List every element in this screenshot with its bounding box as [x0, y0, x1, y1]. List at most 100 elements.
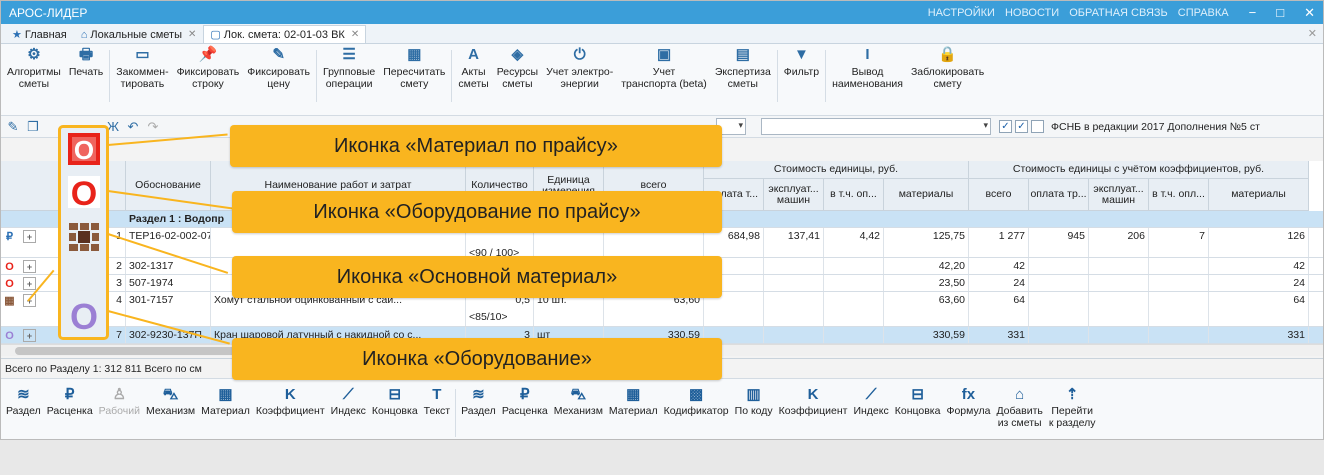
header-incl2[interactable]: в т.ч. опл...: [1149, 179, 1209, 211]
bottom_left-btn-1[interactable]: ₽ Расценка: [44, 385, 96, 417]
list-icon: ☰: [342, 46, 356, 63]
ribbon-button-13[interactable]: I Вывод наименования: [828, 46, 907, 90]
header-mat2[interactable]: материалы: [1209, 179, 1309, 211]
a-icon: A: [468, 46, 479, 63]
close-all-icon[interactable]: ✕: [1308, 27, 1317, 40]
bottom_right-btn-0[interactable]: ≋ Раздел: [458, 385, 499, 417]
tab-home[interactable]: ★ Главная: [5, 25, 74, 43]
cell-i2: [1149, 258, 1209, 274]
bottom_left-btn-7[interactable]: ⊟ Концовка: [369, 385, 421, 417]
cell-i2: 7: [1149, 228, 1209, 257]
bottom_left-btn-4[interactable]: ▦ Материал: [198, 385, 253, 417]
bottom_left-btn-3[interactable]: ⛍ Механизм: [143, 385, 198, 417]
menu-help[interactable]: СПРАВКА: [1178, 7, 1229, 19]
bottom-separator: [455, 389, 457, 437]
header-machine[interactable]: эксплуат... машин: [764, 179, 824, 211]
bottom_right-btn-8[interactable]: ⊟ Концовка: [892, 385, 944, 417]
cell-incl: [824, 275, 884, 291]
cell-p2: [1029, 327, 1089, 343]
ribbon-button-4[interactable]: ✎ Фиксировать цену: [243, 46, 314, 90]
checkbox-3[interactable]: [1031, 120, 1044, 133]
bottom_left-btn-5[interactable]: K Коэффициент: [253, 385, 328, 417]
cell-m2: [1089, 327, 1149, 343]
cell-machine: [764, 292, 824, 326]
header-total2[interactable]: всего: [969, 179, 1029, 211]
bottom_right-btn-2[interactable]: ⛍ Механизм: [551, 385, 606, 417]
bottom_left-btn-0[interactable]: ≋ Раздел: [3, 385, 44, 417]
expand-icon[interactable]: +: [23, 329, 36, 342]
bottom_right-btn-5[interactable]: ▥ По коду: [732, 385, 776, 417]
maximize-icon[interactable]: □: [1276, 5, 1284, 20]
ribbon-button-2[interactable]: ▭ Закоммен-тировать: [112, 46, 172, 90]
close-icon[interactable]: ✕: [1304, 5, 1315, 21]
ribbon-button-8[interactable]: ◈ Ресурсы сметы: [493, 46, 542, 90]
ribbon-label: строку: [192, 78, 224, 90]
ribbon-label: транспорта (beta): [621, 78, 707, 90]
bottom_right-btn-4[interactable]: ▩ Кодификатор: [661, 385, 732, 417]
pencil-icon[interactable]: ✎: [5, 119, 21, 135]
ribbon-button-7[interactable]: A Акты сметы: [454, 46, 492, 90]
ruble-icon: ₽: [6, 231, 13, 243]
lock-icon: 🔒: [938, 46, 957, 63]
ribbon-button-3[interactable]: 📌 Фиксировать строку: [173, 46, 244, 90]
menu-news[interactable]: НОВОСТИ: [1005, 7, 1059, 19]
expand-icon[interactable]: +: [23, 230, 36, 243]
expand-icon[interactable]: +: [23, 260, 36, 273]
norm-base-label[interactable]: ФСНБ в редакции 2017 Дополнения №5 ст: [1051, 121, 1260, 133]
ribbon-button-12[interactable]: ▼ Фильтр: [780, 46, 823, 78]
tab-bar: ★ Главная ⌂ Локальные сметы ✕ ▢ Лок. смета: …: [1, 24, 1323, 44]
equipment-icon: O: [65, 296, 102, 333]
tab-estimate-02-01-03[interactable]: ▢ Лок. смета: 02-01-03 ВК ✕: [203, 25, 367, 43]
resource-select[interactable]: [761, 118, 991, 135]
ribbon-label: Вывод: [851, 66, 884, 78]
calc-icon: ▦: [407, 46, 422, 63]
expand-icon[interactable]: +: [23, 277, 36, 290]
callout-main-material: Иконка «Основной материал»: [232, 256, 722, 298]
ribbon-button-11[interactable]: ▤ Экспертиза сметы: [711, 46, 775, 90]
tab-close-icon[interactable]: ✕: [351, 29, 359, 40]
header-machine2[interactable]: эксплуат... машин: [1089, 179, 1149, 211]
bottom_right-btn-9[interactable]: fx Формула: [943, 385, 993, 417]
header-mat[interactable]: материалы: [884, 179, 969, 211]
header-unit-cost-k[interactable]: Стоимость единицы с учётом коэффициентов…: [969, 161, 1309, 179]
ribbon-button-0[interactable]: ⚙ Алгоритмы сметы: [3, 46, 65, 90]
undo-icon[interactable]: ↶: [125, 119, 141, 135]
bottom_left-btn-8[interactable]: T Текст: [421, 385, 453, 417]
minimize-icon[interactable]: −: [1249, 5, 1257, 20]
header-pay2[interactable]: оплата тр...: [1029, 179, 1089, 211]
bottom_right-btn-10[interactable]: ⌂ Добавить из сметы: [993, 385, 1045, 429]
ribbon-separator: [109, 50, 111, 102]
bottom_left-btn-6[interactable]: ⟋ Индекс: [328, 385, 369, 417]
checkbox-1[interactable]: ✓: [999, 120, 1012, 133]
cell-t2: 24: [969, 275, 1029, 291]
bottom_right-btn-7[interactable]: ⟋ Индекс: [850, 385, 891, 417]
end-icon: ⊟: [911, 386, 924, 403]
checkbox-2[interactable]: ✓: [1015, 120, 1028, 133]
bottom_right-btn-1[interactable]: ₽ Расценка: [499, 385, 551, 417]
menu-settings[interactable]: НАСТРОЙКИ: [928, 7, 995, 19]
tab-local-estimates[interactable]: ⌂ Локальные сметы ✕: [74, 25, 204, 43]
home-add-icon: ⌂: [1015, 386, 1025, 403]
button-label: Раздел: [6, 405, 41, 417]
ribbon-button-6[interactable]: ▦ Пересчитать смету: [379, 46, 449, 90]
header-incl[interactable]: в т.ч. оп...: [824, 179, 884, 211]
ribbon-label: Алгоритмы: [7, 66, 61, 78]
ribbon-button-1[interactable]: 🖶 Печать: [65, 46, 107, 78]
copy-icon[interactable]: ❐: [25, 119, 41, 135]
bottom_right-btn-3[interactable]: ▦ Материал: [606, 385, 661, 417]
svg-text:O: O: [73, 135, 93, 165]
ribbon-button-14[interactable]: 🔒 Заблокировать смету: [907, 46, 988, 90]
bottom_right-btn-6[interactable]: K Коэффициент: [776, 385, 851, 417]
menu-feedback[interactable]: ОБРАТНАЯ СВЯЗЬ: [1069, 7, 1168, 19]
header-unit-cost[interactable]: Стоимость единицы, руб.: [704, 161, 969, 179]
tab-close-icon[interactable]: ✕: [188, 29, 196, 40]
redo-icon[interactable]: ↷: [145, 119, 161, 135]
cell-m2: [1089, 258, 1149, 274]
bottom_right-btn-11[interactable]: ⇡ Перейти к разделу: [1046, 385, 1099, 429]
ribbon-button-10[interactable]: ▣ Учет транспорта (beta): [617, 46, 711, 90]
cell-mt2: 64: [1209, 292, 1309, 326]
ribbon-label: цену: [267, 78, 291, 90]
cell-mat: 330,59: [884, 327, 969, 343]
ribbon-button-9[interactable]: ⏻ Учет электро-энергии: [542, 46, 617, 90]
ribbon-button-5[interactable]: ☰ Групповые операции: [319, 46, 379, 90]
